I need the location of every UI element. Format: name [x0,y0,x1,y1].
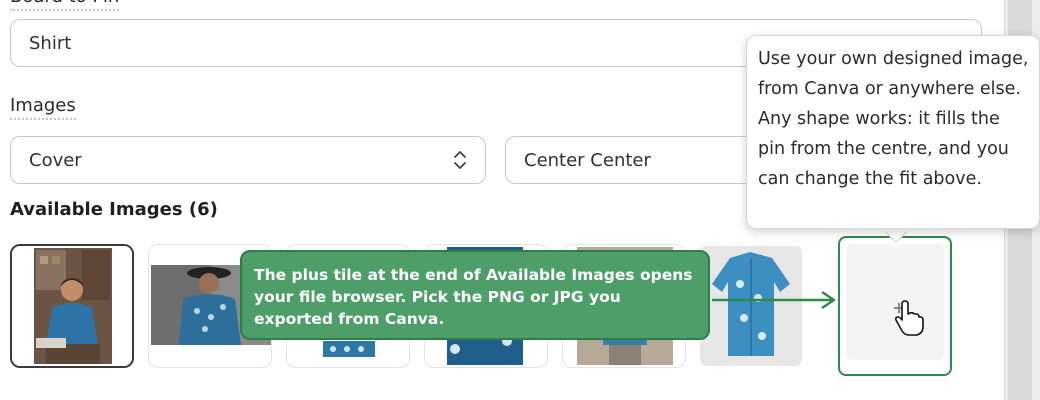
guide-callout-text: The plus tile at the end of Available Im… [254,266,693,328]
cover-select-value: Cover [29,149,82,171]
board-input-value: Shirt [29,32,72,54]
hand-pointer-icon [894,300,924,336]
images-label: Images [10,95,76,120]
board-label: Board to Pin [10,0,120,11]
photo-man-blue-shirt [12,246,132,366]
chevron-updown-icon [454,151,466,169]
cover-select[interactable]: Cover [10,136,486,184]
guide-callout: The plus tile at the end of Available Im… [240,250,710,340]
tooltip-text: Use your own designed image, from Canva … [758,49,1029,189]
image-thumb-1[interactable] [10,244,134,368]
available-images-title: Available Images (6) [10,199,218,220]
tooltip: Use your own designed image, from Canva … [746,35,1040,229]
add-image-tile[interactable] [838,236,952,376]
position-select[interactable]: Center Center [505,136,765,184]
position-select-value: Center Center [524,149,651,171]
callout-arrow-icon [712,290,836,310]
